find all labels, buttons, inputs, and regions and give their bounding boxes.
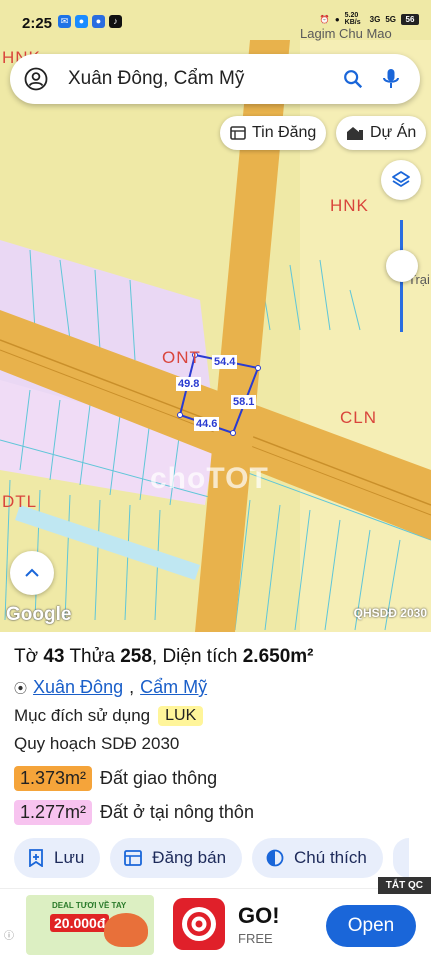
voice-search-button[interactable] bbox=[376, 64, 406, 94]
location-icon: ● bbox=[334, 14, 340, 24]
sheet-number: 43 bbox=[43, 646, 65, 667]
go-app-logo[interactable] bbox=[173, 898, 225, 950]
signal-5g: 5G bbox=[385, 14, 396, 24]
ad-app-name: GO! bbox=[238, 903, 280, 928]
messenger-icon: ● bbox=[75, 15, 88, 28]
layers-icon bbox=[392, 171, 410, 187]
land-use-row: 1.373m² Đất giao thông bbox=[14, 766, 217, 791]
parcel-info-panel: Tờ 43 Thửa 258, Diện tích 2.650m² ⦿ Xuân… bbox=[0, 632, 431, 888]
listings-chip-label: Tin Đăng bbox=[252, 124, 317, 141]
tiktok-icon: ♪ bbox=[109, 15, 122, 28]
purpose-code-badge: LUK bbox=[158, 706, 204, 726]
plan-badge: QHSDĐ 2030 bbox=[353, 606, 427, 620]
lot-label: Thửa bbox=[69, 646, 115, 667]
ad-open-button[interactable]: Open bbox=[326, 905, 416, 947]
close-ad-button[interactable]: TẮT QC bbox=[377, 877, 431, 894]
zone-label-cln: CLN bbox=[340, 408, 378, 427]
system-icons: ⏰ ● 5.20 KB/s 3G 5G 56 bbox=[320, 12, 419, 26]
layers-button[interactable] bbox=[381, 160, 421, 200]
notification-icons: ✉ ● ● ♪ bbox=[58, 15, 122, 28]
opacity-slider-thumb[interactable] bbox=[386, 250, 418, 282]
district-link[interactable]: Cẩm Mỹ bbox=[140, 677, 207, 698]
search-icon bbox=[344, 70, 363, 89]
mic-icon bbox=[383, 69, 399, 88]
address-separator: , bbox=[129, 677, 135, 697]
zone-label-dtl: DTL bbox=[2, 492, 38, 511]
post-listing-button[interactable]: Đăng bán bbox=[110, 838, 243, 878]
battery-icon: 56 bbox=[401, 13, 419, 25]
sheet-label: Tờ bbox=[14, 646, 39, 667]
ad-image[interactable]: DEAL TƯƠI VỀ TAY 20.000đ bbox=[26, 895, 154, 955]
chevron-up-icon bbox=[25, 568, 39, 577]
commune-link[interactable]: Xuân Đông bbox=[33, 677, 123, 698]
land-purpose-row: Mục đích sử dụng LUK bbox=[14, 706, 204, 726]
vegetable-basket-image bbox=[104, 913, 148, 947]
dimension-top: 54.4 bbox=[212, 355, 238, 369]
account-circle-icon[interactable] bbox=[24, 67, 48, 91]
zone-label-ont: ONT bbox=[162, 348, 201, 367]
bookmark-add-icon bbox=[29, 849, 43, 867]
projects-chip[interactable]: Dự Án bbox=[336, 116, 427, 150]
legend-button[interactable]: Chú thích bbox=[252, 838, 383, 878]
location-pin-icon: ⦿ bbox=[14, 681, 28, 696]
status-bar: 2:25 ✉ ● ● ♪ ⏰ ● 5.20 KB/s 3G 5G 56 bbox=[0, 0, 431, 44]
legend-icon bbox=[266, 849, 284, 867]
zone-label-hnk-right: HNK bbox=[330, 196, 369, 215]
parcel-address: ⦿ Xuân Đông, Cẩm Mỹ bbox=[14, 677, 207, 698]
dimension-left: 49.8 bbox=[176, 377, 202, 391]
search-input[interactable]: Xuân Đông, Cẩm Mỹ bbox=[68, 68, 330, 90]
listing-icon bbox=[124, 850, 143, 866]
legend-label: Chú thích bbox=[294, 848, 367, 867]
land-use-area-badge: 1.277m² bbox=[14, 800, 93, 825]
listings-chip[interactable]: Tin Đăng bbox=[220, 116, 327, 150]
projects-chip-label: Dự Án bbox=[370, 124, 417, 141]
google-logo: Google bbox=[6, 604, 72, 625]
network-speed: 5.20 KB/s bbox=[344, 12, 361, 26]
ad-info-icon[interactable]: ⓘ bbox=[4, 927, 14, 942]
planning-label: Quy hoạch SDĐ 2030 bbox=[14, 734, 180, 753]
alarm-icon: ⏰ bbox=[319, 14, 330, 24]
dimension-right: 58.1 bbox=[231, 395, 257, 409]
chotot-watermark: choTOT bbox=[150, 462, 269, 495]
status-time: 2:25 bbox=[22, 15, 53, 32]
parcel-title: Tờ 43 Thửa 258, Diện tích 2.650m² bbox=[14, 646, 314, 668]
land-use-row: 1.277m² Đất ở tại nông thôn bbox=[14, 800, 254, 825]
ad-app-price: FREE bbox=[238, 931, 273, 946]
listing-icon bbox=[230, 126, 246, 140]
ad-banner[interactable]: TẮT QC ⓘ DEAL TƯƠI VỀ TAY 20.000đ GO! FR… bbox=[0, 877, 431, 960]
search-bar[interactable]: Xuân Đông, Cẩm Mỹ bbox=[10, 54, 420, 104]
ad-banner-text: DEAL TƯƠI VỀ TAY bbox=[52, 901, 127, 910]
signal-3g: 3G bbox=[369, 14, 381, 24]
dimension-bottom: 44.6 bbox=[194, 417, 220, 431]
expand-panel-button[interactable] bbox=[10, 551, 54, 595]
land-use-area-badge: 1.373m² bbox=[14, 766, 93, 791]
messenger-icon: ● bbox=[92, 15, 105, 28]
area-value: 2.650m² bbox=[242, 646, 314, 667]
land-use-label: Đất ở tại nông thôn bbox=[100, 802, 254, 822]
lot-number: 258 bbox=[120, 646, 152, 667]
building-icon bbox=[347, 127, 363, 140]
screen: Lagim Chu Mao Trại HNK HNK ONT CLN DTL 5… bbox=[0, 0, 431, 960]
target-logo-icon bbox=[182, 907, 216, 941]
message-icon: ✉ bbox=[58, 15, 71, 28]
area-label: , Diện tích bbox=[151, 646, 238, 667]
more-actions-button[interactable] bbox=[392, 838, 409, 878]
purpose-label: Mục đích sử dụng bbox=[14, 706, 151, 725]
post-listing-label: Đăng bán bbox=[152, 848, 227, 867]
save-button[interactable]: Lưu bbox=[14, 838, 101, 878]
save-button-label: Lưu bbox=[54, 848, 85, 867]
ad-banner-price: 20.000đ bbox=[50, 914, 110, 932]
search-button[interactable] bbox=[338, 64, 368, 94]
land-use-label: Đất giao thông bbox=[100, 768, 218, 788]
action-buttons: Lưu Đăng bán Chú thích bbox=[14, 838, 409, 878]
